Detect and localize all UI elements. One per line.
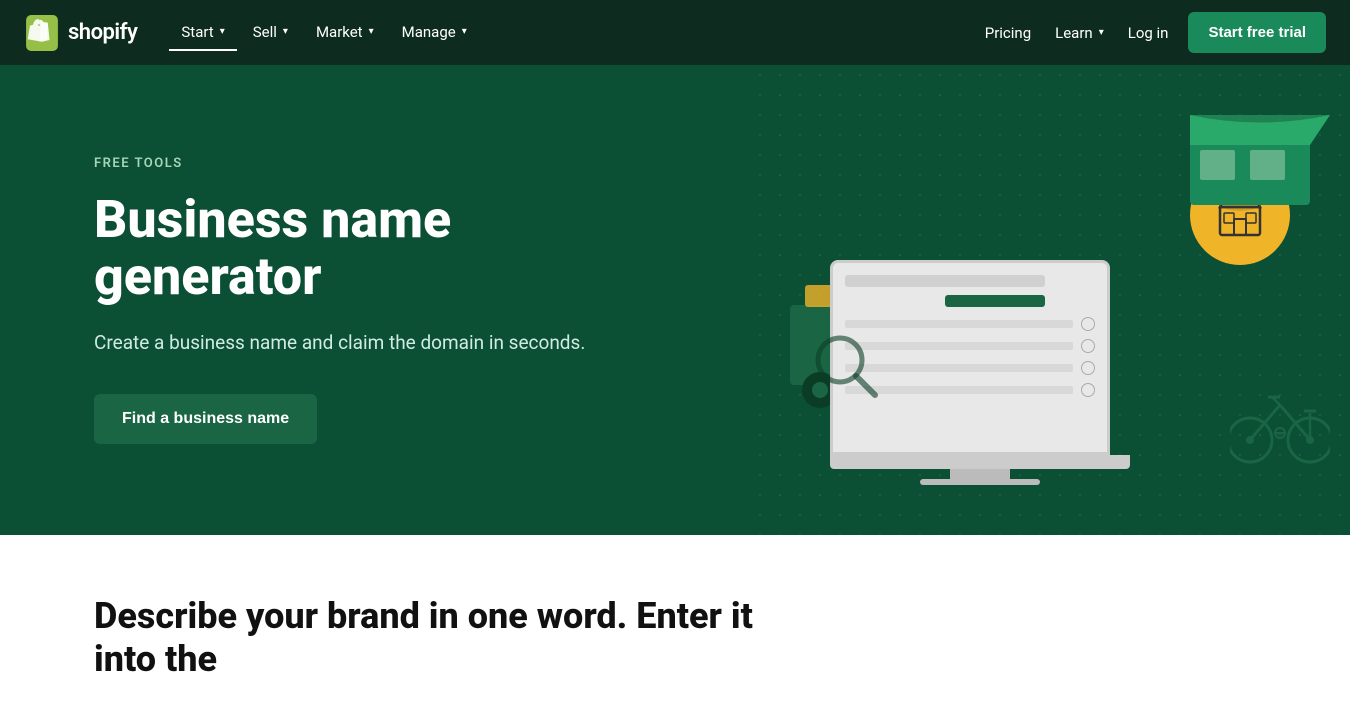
- nav-item-sell-label: Sell: [253, 23, 277, 41]
- find-business-name-button[interactable]: Find a business name: [94, 394, 317, 444]
- nav-login-link[interactable]: Log in: [1124, 16, 1173, 50]
- nav-learn-link[interactable]: Learn ▾: [1051, 16, 1108, 50]
- nav-item-start-label: Start: [181, 23, 213, 41]
- hero-label: FREE TOOLS: [94, 156, 654, 171]
- chevron-down-icon: ▾: [220, 26, 225, 37]
- hero-content: FREE TOOLS Business name generator Creat…: [94, 156, 654, 444]
- nav-pricing-link[interactable]: Pricing: [981, 16, 1035, 50]
- below-hero-section: Describe your brand in one word. Enter i…: [0, 535, 1350, 721]
- screen-green-btn: [945, 295, 1045, 307]
- navbar: shopify Start ▾ Sell ▾ Market ▾ Manage ▾…: [0, 0, 1350, 65]
- chevron-down-icon: ▾: [369, 26, 374, 37]
- screen-row-2: [845, 339, 1095, 353]
- nav-item-start[interactable]: Start ▾: [169, 15, 236, 51]
- nav-item-manage[interactable]: Manage ▾: [390, 15, 479, 51]
- laptop-stand: [950, 469, 1010, 479]
- chevron-down-icon: ▾: [283, 26, 288, 37]
- nav-item-market[interactable]: Market ▾: [304, 15, 386, 51]
- bicycle-illustration: [1230, 375, 1330, 465]
- below-hero-title: Describe your brand in one word. Enter i…: [94, 595, 794, 681]
- hero-title: Business name generator: [94, 191, 654, 305]
- start-trial-button[interactable]: Start free trial: [1188, 12, 1326, 53]
- navbar-left: shopify Start ▾ Sell ▾ Market ▾ Manage ▾: [24, 15, 479, 51]
- logo-text: shopify: [68, 20, 137, 45]
- screen-row-3: [845, 361, 1095, 375]
- hero-subtitle: Create a business name and claim the dom…: [94, 329, 654, 358]
- logo-link[interactable]: shopify: [24, 15, 137, 51]
- laptop-foot: [920, 479, 1040, 485]
- screen-row-4: [845, 383, 1095, 397]
- laptop-base: [830, 455, 1130, 469]
- navbar-right: Pricing Learn ▾ Log in Start free trial: [981, 12, 1326, 53]
- chevron-down-icon: ▾: [462, 26, 467, 37]
- screen-search-bar: [845, 275, 1045, 287]
- hero-section: FREE TOOLS Business name generator Creat…: [0, 65, 1350, 535]
- shop-awning-illustration: [1170, 95, 1330, 215]
- nav-learn-label: Learn: [1055, 24, 1093, 42]
- nav-item-market-label: Market: [316, 23, 363, 41]
- nav-login-label: Log in: [1128, 24, 1169, 42]
- screen-row-1: [845, 317, 1095, 331]
- nav-pricing-label: Pricing: [985, 24, 1031, 42]
- hero-illustration: [780, 105, 1310, 495]
- nav-item-sell[interactable]: Sell ▾: [241, 15, 300, 51]
- magnifier-illustration: [810, 330, 880, 400]
- nav-item-manage-label: Manage: [402, 23, 456, 41]
- nav-links: Start ▾ Sell ▾ Market ▾ Manage ▾: [169, 15, 478, 51]
- chevron-down-icon: ▾: [1099, 27, 1104, 38]
- shopify-logo-icon: [24, 15, 60, 51]
